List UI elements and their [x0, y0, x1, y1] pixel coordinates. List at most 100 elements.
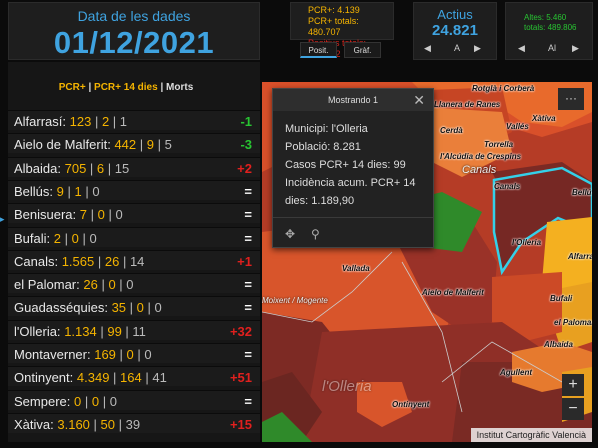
row-pcr: 442	[114, 137, 137, 153]
map-label-olleria-large: l'Olleria	[322, 378, 372, 395]
popup-poblacio: Població: 8.281	[285, 141, 361, 153]
list-header: PCR+ | PCR+ 14 dies | Morts	[58, 82, 194, 93]
map-label-crespins: l'Alcúdia de Crespins	[440, 152, 522, 161]
pan-icon[interactable]: ✥	[285, 227, 295, 241]
row-name: Albaida:	[14, 160, 61, 176]
row-morts: 15	[114, 160, 130, 176]
row-pcr14: 0	[97, 207, 105, 223]
row-pcr: 7	[79, 207, 88, 223]
pcr-today: PCR+: 4.139	[308, 5, 360, 15]
list-row[interactable]: Benisuera: 7 | 0 | 0 =	[8, 203, 260, 224]
row-delta: =	[244, 347, 252, 362]
map-label-palomar: el Palomar	[554, 318, 592, 327]
row-pcr14: 0	[91, 393, 100, 409]
map-label-rotgla: Rotglà i Corberà	[472, 84, 535, 93]
row-morts: 41	[152, 370, 167, 386]
map-label-aielo: Aielo de Malferit	[422, 288, 484, 297]
list-row[interactable]: Aielo de Malferit: 442 | 9 | 5 -3	[8, 133, 260, 154]
row-morts: 5	[164, 137, 172, 153]
row-delta: =	[244, 277, 252, 293]
map-label-alfarrasi: Alfarrasí	[568, 252, 592, 261]
row-pcr14: 0	[136, 300, 144, 316]
actius-nav-label[interactable]: A	[454, 43, 460, 53]
map-label-aguillent: Agullent	[500, 368, 532, 377]
zoom-in-button[interactable]: +	[562, 374, 584, 396]
list-row[interactable]: el Palomar: 26 | 0 | 0 =	[8, 273, 260, 294]
row-pcr: 35	[111, 300, 127, 316]
date-value: 01/12/2021	[53, 25, 215, 60]
list-row[interactable]: Xàtiva: 3.160 | 50 | 39 +15	[8, 412, 260, 433]
prev-arrow-icon[interactable]: ◀	[424, 43, 431, 54]
list-row[interactable]: Ontinyent: 4.349 | 164 | 41 +51	[8, 366, 260, 387]
row-pcr: 3.160	[57, 416, 90, 432]
row-morts: 1	[119, 114, 128, 129]
map-label-valles: Vallés	[506, 122, 529, 131]
list-row[interactable]: Sempere: 0 | 0 | 0 =	[8, 389, 260, 410]
row-name: Bufali:	[14, 230, 51, 246]
row-morts: 0	[126, 277, 134, 293]
list-header-morts: Morts	[166, 82, 194, 93]
popup-footer: ✥ ⚲	[273, 217, 433, 247]
list-row-text: Bellús: 9 | 1 | 0	[14, 183, 100, 199]
list-row[interactable]: Montaverner: 169 | 0 | 0 =	[8, 343, 260, 363]
altes-nav-label[interactable]: Al	[548, 43, 556, 53]
row-delta: =	[244, 393, 252, 409]
tab-posit[interactable]: Posit.	[300, 42, 337, 58]
zoom-to-icon[interactable]: ⚲	[311, 227, 320, 241]
row-name: Benisuera:	[14, 207, 77, 223]
row-pcr14: 0	[126, 347, 134, 362]
list-row[interactable]: Albaida: 705 | 6 | 15 +2	[8, 156, 260, 177]
list-row[interactable]: Canals: 1.565 | 26 | 14 +1	[8, 249, 260, 270]
map-label-cerda: Cerdà	[440, 126, 463, 135]
altes-totals: totals: 489.806	[524, 23, 577, 32]
list-row-text: Xàtiva: 3.160 | 50 | 39	[14, 416, 141, 432]
next-arrow-icon[interactable]: ▶	[572, 43, 579, 54]
row-morts: 0	[92, 183, 100, 199]
list-row[interactable]: Bufali: 2 | 0 | 0 =	[8, 226, 260, 247]
row-name: Guadasséquies:	[14, 300, 108, 316]
row-morts: 0	[115, 207, 123, 223]
row-pcr: 1.134	[64, 323, 97, 339]
row-pcr14: 26	[104, 253, 120, 269]
list-row-text: Alfarrasí: 123 | 2 | 1	[14, 114, 128, 129]
list-header-pcr14: PCR+ 14 dies	[94, 82, 158, 93]
row-delta: +2	[237, 160, 252, 176]
map-label-llanera: Llanera de Ranes	[434, 100, 501, 109]
pcr-totals: PCR+ totals: 480.707	[308, 16, 359, 37]
row-morts: 11	[132, 323, 146, 339]
map-view[interactable]: Rotglà i Corberà Llanera de Ranes Xàtiva…	[262, 82, 592, 442]
date-card: Data de les dades 01/12/2021	[8, 2, 260, 60]
list-row[interactable]: Alfarrasí: 123 | 2 | 1 -1	[8, 110, 260, 130]
altes-card: Altes: 5.460 totals: 489.806 ◀ Al ▶	[505, 2, 593, 60]
popup-municipi: Municipi: l'Olleria	[285, 123, 368, 135]
row-pcr14: 50	[100, 416, 115, 432]
altes-today: Altes: 5.460	[524, 13, 567, 22]
row-pcr: 705	[64, 160, 87, 176]
list-row[interactable]: Guadasséquies: 35 | 0 | 0 =	[8, 296, 260, 317]
map-label-canals: Canals	[462, 164, 497, 176]
prev-arrow-icon[interactable]: ◀	[518, 43, 525, 54]
row-morts: 39	[125, 416, 141, 432]
next-arrow-icon[interactable]: ▶	[474, 43, 481, 54]
row-delta: +1	[237, 253, 252, 269]
list-row[interactable]: Bellús: 9 | 1 | 0 =	[8, 179, 260, 200]
row-morts: 0	[109, 393, 117, 409]
row-delta: +15	[229, 416, 252, 432]
list-row[interactable]: l'Olleria: 1.134 | 99 | 11 +32	[8, 319, 260, 340]
map-label-olleria: l'Olleria	[512, 238, 542, 247]
row-pcr14: 164	[120, 370, 142, 386]
row-name: Ontinyent:	[14, 370, 74, 386]
left-caret-icon: ▸	[0, 214, 5, 224]
map-label-albaida: Albaida	[544, 340, 573, 349]
row-pcr14: 0	[108, 277, 116, 293]
ellipsis-icon[interactable]: ···	[558, 88, 584, 110]
tab-graf[interactable]: Gràf.	[344, 42, 381, 58]
map-attribution: Institut Cartogràfic Valencià	[470, 428, 592, 442]
zoom-out-button[interactable]: −	[562, 398, 584, 420]
row-name: Aielo de Malferit:	[14, 137, 111, 153]
map-label-moixent: Moixent / Mogente	[262, 296, 328, 305]
row-delta: -1	[240, 114, 252, 129]
map-label-canals-town: Canals	[494, 182, 521, 191]
close-icon[interactable]: ✕	[413, 92, 425, 109]
row-morts: 0	[89, 230, 97, 246]
